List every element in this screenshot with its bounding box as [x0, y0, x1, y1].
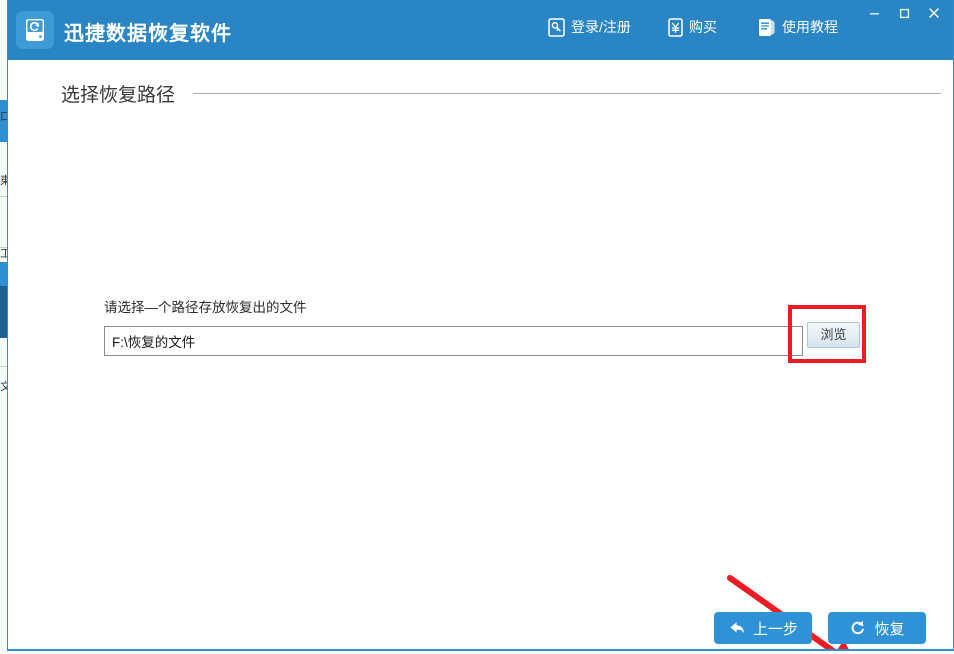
- path-instruction-label: 请选择—个路径存放恢复出的文件: [104, 300, 307, 315]
- close-button[interactable]: [919, 0, 949, 26]
- section-divider: [193, 92, 941, 94]
- menu-item-login-register-label: 登录/注册: [571, 19, 631, 35]
- section-header: 选择恢复路径: [8, 80, 953, 106]
- back-button-label: 上一步: [753, 620, 799, 638]
- content-area: 选择恢复路径 请选择—个路径存放恢复出的文件 浏览: [8, 60, 953, 649]
- maximize-button[interactable]: [889, 0, 919, 26]
- application-window: 迅捷数据恢复软件 登录/注册 购买 使用教程 选择恢复路径 请选择—个路径存放恢…: [7, 0, 954, 651]
- menu-item-buy-label: 购买: [689, 19, 717, 35]
- back-button[interactable]: 上一步: [714, 612, 812, 644]
- page-title: 选择恢复路径: [61, 84, 176, 106]
- menu-item-buy[interactable]: 购买: [668, 17, 717, 37]
- book-icon: [758, 18, 776, 37]
- key-card-icon: [548, 17, 565, 37]
- app-title: 迅捷数据恢复软件: [64, 23, 232, 45]
- menu-item-tutorial[interactable]: 使用教程: [758, 17, 838, 37]
- refresh-circle-icon: [849, 619, 867, 637]
- minimize-button[interactable]: [859, 0, 889, 26]
- app-logo-icon: [16, 11, 54, 49]
- yen-card-icon: [668, 17, 683, 37]
- path-input-row: 浏览: [104, 305, 884, 363]
- maximize-icon: [899, 8, 909, 18]
- recover-button[interactable]: 恢复: [828, 612, 926, 644]
- menu-item-login-register[interactable]: 登录/注册: [548, 17, 631, 37]
- title-bar: 迅捷数据恢复软件 登录/注册 购买 使用教程: [8, 0, 953, 60]
- arrow-left-icon: [728, 620, 746, 636]
- recover-button-label: 恢复: [874, 620, 905, 638]
- minimize-icon: [869, 12, 879, 14]
- recovery-path-group: 请选择—个路径存放恢复出的文件 浏览: [104, 296, 884, 363]
- menu-item-tutorial-label: 使用教程: [782, 19, 838, 35]
- close-icon: [929, 8, 939, 18]
- browse-button[interactable]: 浏览: [807, 322, 860, 348]
- recovery-path-input[interactable]: [104, 326, 803, 356]
